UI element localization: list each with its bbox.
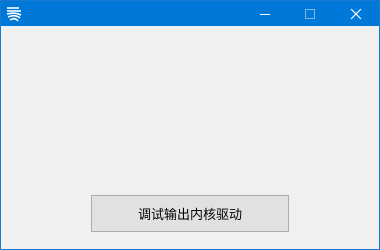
app-window: 调试输出内核驱动 bbox=[0, 0, 380, 250]
debug-output-kernel-driver-button[interactable]: 调试输出内核驱动 bbox=[91, 195, 289, 232]
app-logo-icon[interactable] bbox=[5, 5, 23, 23]
maximize-icon bbox=[305, 8, 315, 19]
minimize-button[interactable] bbox=[242, 1, 288, 26]
minimize-icon bbox=[260, 13, 270, 15]
client-area: 调试输出内核驱动 bbox=[1, 26, 379, 249]
close-icon bbox=[350, 8, 362, 19]
maximize-button[interactable] bbox=[287, 1, 333, 26]
close-button[interactable] bbox=[333, 1, 379, 26]
title-bar[interactable] bbox=[1, 1, 379, 26]
